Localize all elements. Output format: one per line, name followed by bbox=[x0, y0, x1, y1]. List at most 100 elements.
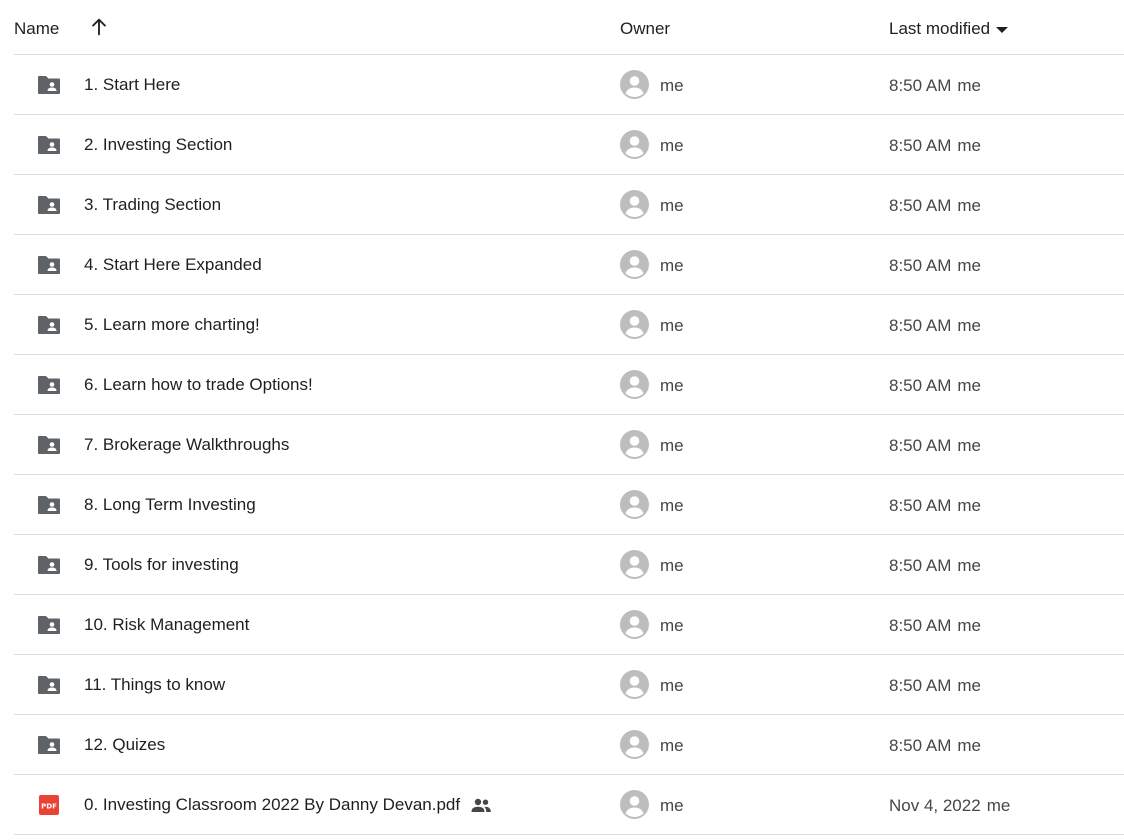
avatar-icon bbox=[620, 730, 649, 759]
avatar-icon bbox=[620, 430, 649, 459]
shared-folder-icon bbox=[38, 556, 60, 574]
file-name-text: 11. Things to know bbox=[84, 675, 226, 694]
file-name: 6. Learn how to trade Options! bbox=[84, 375, 313, 395]
file-name-text: 7. Brokerage Walkthroughs bbox=[84, 435, 290, 454]
file-row[interactable]: PDF 0. Investing Classroom 2022 By Danny… bbox=[14, 775, 1124, 835]
modified-by: me bbox=[957, 436, 981, 455]
owner-name: me bbox=[660, 676, 684, 695]
modified-date: 8:50 AM bbox=[889, 196, 952, 215]
shared-folder-icon bbox=[38, 676, 60, 694]
file-row[interactable]: 4. Start Here Expanded me 8:50 AM me bbox=[14, 235, 1124, 295]
file-row[interactable]: 10. Risk Management me 8:50 AM me bbox=[14, 595, 1124, 655]
last-modified: 8:50 AM me bbox=[889, 256, 981, 276]
file-row[interactable]: 8. Long Term Investing me 8:50 AM me bbox=[14, 475, 1124, 535]
owner-name: me bbox=[660, 256, 684, 275]
modified-by: me bbox=[957, 316, 981, 335]
modified-by: me bbox=[986, 796, 1011, 815]
owner-name: me bbox=[660, 496, 684, 515]
avatar-icon bbox=[620, 370, 649, 399]
avatar-icon bbox=[620, 550, 649, 579]
modified-by: me bbox=[957, 376, 981, 395]
file-row[interactable]: 2. Investing Section me 8:50 AM me bbox=[14, 115, 1124, 175]
modified-date: 8:50 AM bbox=[889, 136, 952, 155]
file-row[interactable]: 3. Trading Section me 8:50 AM me bbox=[14, 175, 1124, 235]
file-name: 9. Tools for investing bbox=[84, 555, 239, 575]
file-name: 3. Trading Section bbox=[84, 195, 221, 215]
file-row[interactable]: 11. Things to know me 8:50 AM me bbox=[14, 655, 1124, 715]
file-name: 7. Brokerage Walkthroughs bbox=[84, 435, 289, 455]
avatar-icon bbox=[620, 310, 649, 339]
last-modified: 8:50 AM me bbox=[889, 616, 981, 636]
file-row[interactable]: 9. Tools for investing me 8:50 AM me bbox=[14, 535, 1124, 595]
avatar-icon bbox=[620, 790, 649, 819]
modified-date: 8:50 AM bbox=[889, 316, 952, 335]
shared-folder-icon bbox=[38, 136, 60, 154]
file-name: 4. Start Here Expanded bbox=[84, 255, 262, 275]
modified-by: me bbox=[957, 676, 981, 695]
last-modified: 8:50 AM me bbox=[889, 496, 981, 516]
caret-down-icon bbox=[996, 27, 1009, 33]
file-row[interactable]: 7. Brokerage Walkthroughs me 8:50 AM me bbox=[14, 415, 1124, 475]
avatar-icon bbox=[620, 250, 649, 279]
owner-name: me bbox=[660, 736, 684, 755]
owner-name: me bbox=[660, 76, 684, 95]
last-modified-label: Last modified bbox=[889, 19, 991, 38]
modified-date: 8:50 AM bbox=[889, 496, 952, 515]
pdf-icon: PDF bbox=[39, 795, 59, 815]
modified-by: me bbox=[957, 496, 981, 515]
last-modified: Nov 4, 2022 me bbox=[889, 796, 1010, 816]
file-name-text: 4. Start Here Expanded bbox=[84, 255, 262, 274]
modified-by: me bbox=[957, 556, 981, 575]
shared-folder-icon bbox=[38, 436, 60, 454]
file-list: Name Owner Last modified 1. Start Here m… bbox=[14, 0, 1124, 835]
shared-folder-icon bbox=[38, 376, 60, 394]
file-name: 12. Quizes bbox=[84, 735, 165, 755]
file-row[interactable]: 5. Learn more charting! me 8:50 AM me bbox=[14, 295, 1124, 355]
shared-folder-icon bbox=[38, 196, 60, 214]
file-row[interactable]: 12. Quizes me 8:50 AM me bbox=[14, 715, 1124, 775]
avatar-icon bbox=[620, 70, 649, 99]
modified-by: me bbox=[957, 136, 981, 155]
shared-folder-icon bbox=[38, 316, 60, 334]
shared-folder-icon bbox=[38, 256, 60, 274]
avatar-icon bbox=[620, 190, 649, 219]
name-column-header[interactable]: Name bbox=[14, 19, 59, 39]
owner-name: me bbox=[660, 556, 684, 575]
modified-date: 8:50 AM bbox=[889, 76, 952, 95]
file-row[interactable]: 6. Learn how to trade Options! me 8:50 A… bbox=[14, 355, 1124, 415]
avatar-icon bbox=[620, 490, 649, 519]
last-modified: 8:50 AM me bbox=[889, 316, 981, 336]
pdf-icon-label: PDF bbox=[41, 803, 57, 811]
shared-folder-icon bbox=[38, 736, 60, 754]
file-name-text: 5. Learn more charting! bbox=[84, 315, 260, 334]
modified-date: 8:50 AM bbox=[889, 436, 952, 455]
modified-date: 8:50 AM bbox=[889, 676, 952, 695]
file-name: 10. Risk Management bbox=[84, 615, 249, 635]
owner-name: me bbox=[660, 196, 684, 215]
file-name-text: 0. Investing Classroom 2022 By Danny Dev… bbox=[84, 795, 461, 814]
avatar-icon bbox=[620, 130, 649, 159]
file-name-text: 6. Learn how to trade Options! bbox=[84, 375, 313, 394]
file-name: 0. Investing Classroom 2022 By Danny Dev… bbox=[84, 795, 492, 815]
file-name-text: 2. Investing Section bbox=[84, 135, 233, 154]
modified-date: Nov 4, 2022 bbox=[889, 796, 981, 815]
file-row[interactable]: 1. Start Here me 8:50 AM me bbox=[14, 55, 1124, 115]
shared-folder-icon bbox=[38, 616, 60, 634]
sort-ascending-icon[interactable] bbox=[88, 16, 110, 38]
file-name-text: 12. Quizes bbox=[84, 735, 166, 754]
last-modified: 8:50 AM me bbox=[889, 196, 981, 216]
last-modified: 8:50 AM me bbox=[889, 676, 981, 696]
modified-by: me bbox=[957, 196, 981, 215]
shared-folder-icon bbox=[38, 76, 60, 94]
last-modified: 8:50 AM me bbox=[889, 76, 981, 96]
last-modified-column-header[interactable]: Last modified bbox=[889, 19, 1009, 39]
modified-by: me bbox=[957, 76, 981, 95]
modified-by: me bbox=[957, 736, 981, 755]
modified-date: 8:50 AM bbox=[889, 556, 952, 575]
modified-date: 8:50 AM bbox=[889, 736, 952, 755]
avatar-icon bbox=[620, 610, 649, 639]
last-modified: 8:50 AM me bbox=[889, 436, 981, 456]
last-modified: 8:50 AM me bbox=[889, 736, 981, 756]
owner-name: me bbox=[660, 136, 684, 155]
file-name: 5. Learn more charting! bbox=[84, 315, 260, 335]
